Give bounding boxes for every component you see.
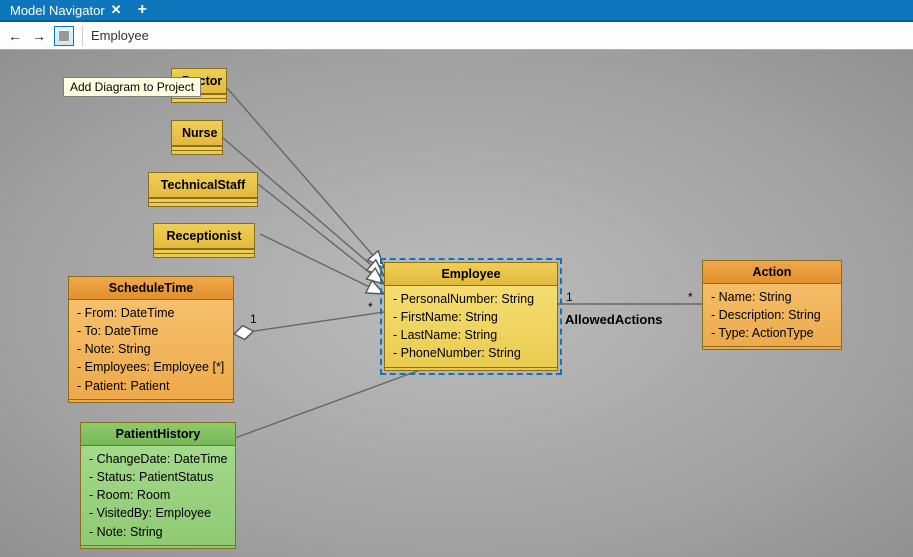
class-technical-staff[interactable]: TechnicalStaff [148,172,258,207]
attr: - FirstName: String [393,308,549,326]
class-title: PatientHistory [81,423,235,446]
breadcrumb[interactable]: Employee [91,28,149,43]
class-attributes: - ChangeDate: DateTime - Status: Patient… [81,446,235,545]
class-title: TechnicalStaff [149,173,257,198]
diagram-icon[interactable] [54,26,74,46]
class-title: Receptionist [154,224,254,249]
compartment-separator [172,98,226,102]
class-receptionist[interactable]: Receptionist [153,223,255,258]
compartment-separator [703,346,841,349]
compartment-separator [81,545,235,548]
class-attributes: - Name: String - Description: String - T… [703,284,841,346]
nav-forward-button[interactable]: → [30,28,48,44]
class-employee[interactable]: Employee - PersonalNumber: String - Firs… [384,262,558,371]
compartment-separator [149,202,257,206]
class-nurse[interactable]: Nurse [171,120,223,155]
close-icon[interactable]: ✕ [111,2,122,18]
toolbar: ← → Employee [0,22,913,50]
attr: - Room: Room [89,486,227,504]
compartment-separator [69,399,233,402]
attr: - PhoneNumber: String [393,344,549,362]
title-bar: Model Navigator ✕ + [0,0,913,22]
attr: - To: DateTime [77,322,225,340]
compartment-separator [154,253,254,257]
multiplicity: 1 [566,290,573,304]
attr: - Type: ActionType [711,324,833,342]
attr: - From: DateTime [77,304,225,322]
attr: - Name: String [711,288,833,306]
class-title: Nurse [172,121,222,146]
separator [82,26,83,46]
class-title: ScheduleTime [69,277,233,300]
class-patient-history[interactable]: PatientHistory - ChangeDate: DateTime - … [80,422,236,549]
tooltip: Add Diagram to Project [63,77,201,97]
nav-back-button[interactable]: ← [6,28,24,44]
class-title: Action [703,261,841,284]
attr: - VisitedBy: Employee [89,504,227,522]
class-schedule-time[interactable]: ScheduleTime - From: DateTime - To: Date… [68,276,234,403]
class-attributes: - From: DateTime - To: DateTime - Note: … [69,300,233,399]
attr: - Employees: Employee [*] [77,358,225,376]
compartment-separator [385,367,557,370]
diagram-canvas[interactable]: Add Diagram to Project Doctor Nurse [0,50,913,557]
multiplicity: * [688,290,693,304]
attr: - LastName: String [393,326,549,344]
compartment-separator [172,150,222,154]
class-action[interactable]: Action - Name: String - Description: Str… [702,260,842,350]
attr: - Description: String [711,306,833,324]
class-attributes: - PersonalNumber: String - FirstName: St… [385,286,557,367]
tab-label: Model Navigator [10,3,105,18]
add-tab-button[interactable]: + [138,1,147,19]
attr: - Note: String [77,340,225,358]
attr: - PersonalNumber: String [393,290,549,308]
multiplicity: 1 [250,312,257,326]
attr: - Status: PatientStatus [89,468,227,486]
attr: - ChangeDate: DateTime [89,450,227,468]
association-label: AllowedActions [565,312,663,327]
attr: - Note: String [89,523,227,541]
tab-model-navigator[interactable]: Model Navigator ✕ [4,0,128,20]
attr: - Patient: Patient [77,377,225,395]
class-title: Employee [385,263,557,286]
multiplicity: * [368,300,373,314]
